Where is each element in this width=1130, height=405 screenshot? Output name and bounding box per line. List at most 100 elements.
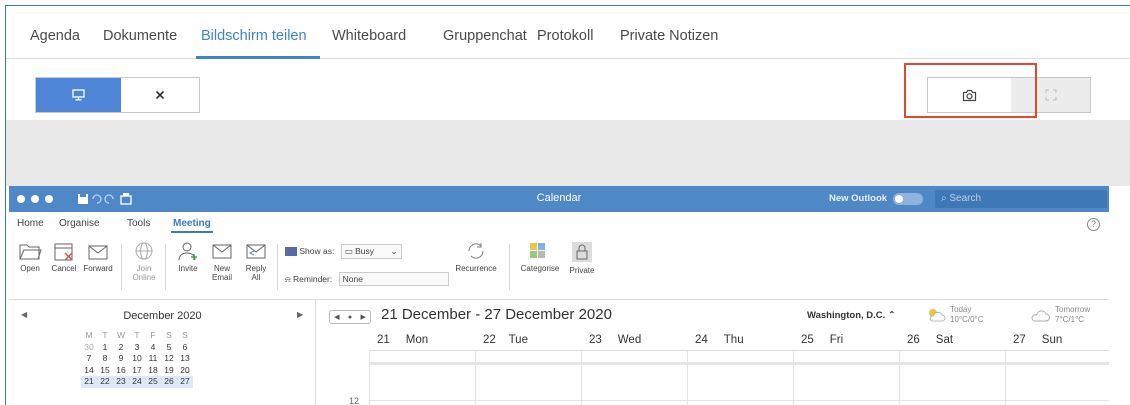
search-placeholder: Search [949,193,982,204]
meeting-panel: Agenda Dokumente Bildschirm teilen White… [5,5,1130,405]
invite-button[interactable]: Invite [171,240,205,273]
day-header-wed[interactable]: 23 Wed [589,334,641,346]
share-screen-button[interactable] [36,78,121,112]
week-range-title: 21 December - 27 December 2020 [381,306,612,323]
next-week-icon[interactable]: ▶ [360,313,365,321]
meeting-ribbon: Open Cancel Forward Join Online Invite N… [9,234,1109,300]
ribbon-separator [509,244,510,290]
show-as-select[interactable]: ▭ Busy ⌄ [340,244,402,259]
mini-calendar-day[interactable]: 26 [161,376,177,388]
outlook-titlebar: Calendar New Outlook ⌕ Search [9,186,1109,212]
mini-calendar-day[interactable]: 3 [129,342,145,354]
tab-whiteboard[interactable]: Whiteboard [332,28,406,44]
reply-all-button[interactable]: Reply All [239,240,273,282]
mini-calendar-day[interactable]: 2 [113,342,129,354]
new-outlook-label: New Outlook [829,193,888,204]
cloud-icon [1031,310,1050,322]
mini-calendar-day[interactable]: 14 [81,365,97,377]
person-add-icon [178,242,197,261]
forward-button[interactable]: Forward [81,240,115,273]
grid-column-line [687,350,688,405]
tab-bildschirm-teilen[interactable]: Bildschirm teilen [201,28,307,44]
mini-calendar-day[interactable]: 22 [97,376,113,388]
tab-bar: Agenda Dokumente Bildschirm teilen White… [6,6,1130,59]
mini-calendar-day[interactable]: 9 [113,353,129,365]
private-button[interactable]: Private [565,240,599,275]
shared-outlook-window: Calendar New Outlook ⌕ Search Home Organ… [9,186,1109,405]
day-header-thu[interactable]: 24 Thu [695,334,744,346]
mini-calendar-day[interactable]: 17 [129,365,145,377]
mini-calendar-week: 30 1 2 3 4 5 6 [81,342,193,354]
show-as-row: Show as: ▭ Busy ⌄ [285,244,402,259]
folder-open-icon [19,244,42,260]
mini-calendar-day[interactable]: 5 [161,342,177,354]
day-header-sat[interactable]: 26 Sat [907,334,953,346]
envelope-forward-icon [88,245,108,260]
mini-calendar-day[interactable]: 8 [97,353,113,365]
help-icon[interactable]: ? [1087,218,1100,231]
new-email-button[interactable]: New Email [205,240,239,282]
all-day-row[interactable] [369,351,1109,365]
mini-calendar-day[interactable]: 13 [177,353,193,365]
tab-private-notizen[interactable]: Private Notizen [620,28,718,44]
mini-calendar-day[interactable]: 1 [97,342,113,354]
envelope-icon [212,244,232,259]
mini-calendar-day[interactable]: 12 [161,353,177,365]
mini-calendar-day[interactable]: 27 [177,376,193,388]
ribbon-tab-tools[interactable]: Tools [127,218,150,229]
open-button[interactable]: Open [13,240,47,273]
mini-calendar-day[interactable]: 11 [145,353,161,365]
recurrence-button[interactable]: Recurrence [451,240,501,273]
weather-location[interactable]: Washington, D.C. ⌃ [807,310,896,321]
mini-calendar-day[interactable]: 16 [113,365,129,377]
mini-calendar-day[interactable]: 19 [161,365,177,377]
week-view: ◀ ● ▶ 21 December - 27 December 2020 Was… [317,300,1109,405]
tab-agenda[interactable]: Agenda [30,28,80,44]
mini-calendar-day[interactable]: 7 [81,353,97,365]
mini-calendar-day[interactable]: 18 [145,365,161,377]
tab-gruppenchat[interactable]: Gruppenchat [443,28,527,44]
stop-share-button[interactable] [121,78,199,112]
grid-column-line [899,350,900,405]
mini-calendar-day[interactable]: 4 [145,342,161,354]
today-dot-icon[interactable]: ● [348,314,352,321]
categorise-button[interactable]: Categorise [515,240,565,273]
day-header-tue[interactable]: 22 Tue [483,334,528,346]
tab-protokoll[interactable]: Protokoll [537,28,593,44]
day-header-fri[interactable]: 25 Fri [801,334,843,346]
mini-calendar-day[interactable]: 20 [177,365,193,377]
mini-calendar-day[interactable]: 30 [81,342,97,354]
tab-dokumente[interactable]: Dokumente [103,28,177,44]
day-header-sun[interactable]: 27 Sun [1013,334,1062,346]
day-header-mon[interactable]: 21 Mon [377,334,428,346]
new-outlook-toggle[interactable] [893,193,923,205]
weekday-header-row: M T W T F S S [85,330,188,340]
mini-calendar-day[interactable]: 15 [97,365,113,377]
prev-week-icon[interactable]: ◀ [334,313,339,321]
reminder-select[interactable]: None [338,272,449,286]
ribbon-tab-meeting[interactable]: Meeting [173,218,211,229]
mini-calendar-day[interactable]: 21 [81,376,97,388]
mini-calendar-day[interactable]: 23 [113,376,129,388]
ribbon-separator [121,244,122,290]
hour-line [369,400,1109,401]
search-icon: ⌕ [941,193,947,204]
weather-today: Today 10°C/0°C [950,305,984,324]
mini-calendar-day[interactable]: 6 [177,342,193,354]
search-input[interactable]: ⌕ Search [935,190,1107,208]
next-month-icon[interactable]: ▶ [297,310,303,319]
mini-calendar-week: 14 15 16 17 18 19 20 [81,365,193,377]
week-navigation[interactable]: ◀ ● ▶ [329,310,371,324]
ribbon-separator [277,244,278,290]
cancel-meeting-button[interactable]: Cancel [47,240,81,273]
mini-calendar-day[interactable]: 10 [129,353,145,365]
mini-calendar-day[interactable]: 24 [129,376,145,388]
ribbon-tab-home[interactable]: Home [17,218,44,229]
join-online-button[interactable]: Join Online [127,240,161,282]
grid-column-line [369,350,370,405]
lock-icon [572,242,592,262]
ribbon-tab-organise[interactable]: Organise [59,218,100,229]
screen-share-toolbar [6,60,1130,120]
mini-calendar-day[interactable]: 25 [145,376,161,388]
ribbon-separator [165,244,166,290]
